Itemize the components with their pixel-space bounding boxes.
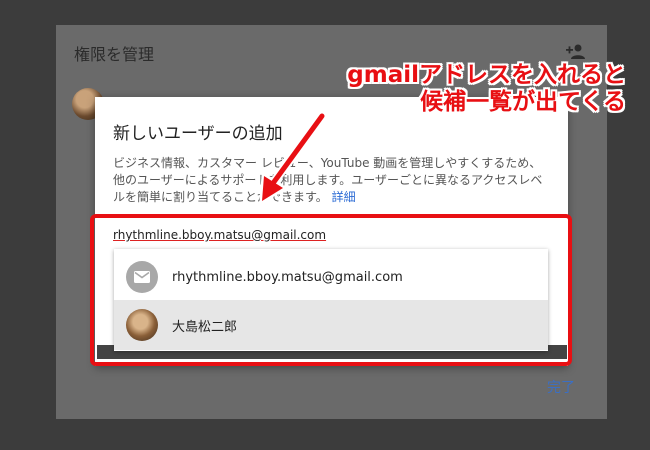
annotation-line-2: 候補一覧が出てくる: [420, 89, 626, 115]
annotation-line-1: gmailアドレスを入れると: [347, 62, 626, 88]
annotation-text: gmailアドレスを入れると 候補一覧が出てくる: [347, 62, 626, 116]
